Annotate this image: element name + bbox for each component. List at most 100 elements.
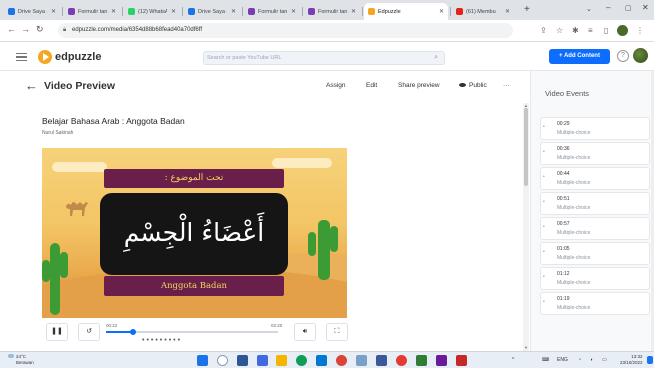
people-icon[interactable] — [356, 355, 367, 366]
main-scrollbar[interactable]: ▲ ▼ — [523, 103, 529, 351]
weather-widget[interactable]: 24°C Berawan — [8, 354, 34, 366]
reload-icon[interactable]: ↻ — [36, 24, 44, 35]
hamburger-menu-icon[interactable] — [16, 53, 27, 61]
volume-button[interactable]: 🔊︎ — [294, 323, 316, 341]
task-view-icon[interactable] — [237, 355, 248, 366]
tab-close-icon[interactable]: ✕ — [111, 8, 116, 15]
browser-tab[interactable]: Edpuzzle ✕ — [364, 3, 448, 20]
back-arrow-icon[interactable]: ← — [25, 78, 38, 93]
video-event-item[interactable]: • 01:05 Multiple-choice — [540, 242, 650, 265]
progress-track[interactable] — [106, 329, 278, 335]
app-icon[interactable] — [456, 355, 467, 366]
event-type: Multiple-choice — [557, 230, 591, 236]
event-time: 00:44 — [557, 171, 570, 177]
side-panel-icon[interactable]: ▯ — [604, 26, 608, 35]
fullscreen-icon: ⛶ — [334, 328, 340, 335]
video-event-item[interactable]: • 00:44 Multiple-choice — [540, 167, 650, 190]
search-input[interactable]: Search or paste YouTube URL ⌕ — [203, 51, 445, 65]
clock[interactable]: 13:32 23/10/2022 — [620, 354, 643, 366]
video-event-item[interactable]: • 00:57 Multiple-choice — [540, 217, 650, 240]
cloud-shape — [272, 158, 332, 168]
widgets-icon[interactable] — [257, 355, 268, 366]
browser-tab[interactable]: Drive Saya - ✕ — [184, 3, 240, 20]
share-icon[interactable]: ⇪ — [540, 26, 547, 35]
app-icon[interactable] — [436, 355, 447, 366]
add-content-button[interactable]: + Add Content — [549, 49, 610, 64]
search-taskbar-icon[interactable] — [217, 355, 228, 366]
scroll-down-icon[interactable]: ▼ — [523, 345, 529, 350]
video-events-sidebar: Video Events • 00:29 Multiple-choice • 00:36… — [530, 71, 654, 351]
notification-icon[interactable] — [647, 356, 653, 364]
tab-label: (12) WhatsAp — [138, 8, 167, 15]
battery-icon[interactable]: ▭ — [602, 357, 607, 363]
tab-close-icon[interactable]: ✕ — [291, 8, 296, 15]
minimize-icon[interactable]: – — [606, 3, 610, 12]
fullscreen-button[interactable]: ⛶ — [326, 323, 348, 341]
file-explorer-icon[interactable] — [276, 355, 287, 366]
language-indicator[interactable]: ENG — [557, 357, 568, 363]
progress-handle[interactable] — [130, 329, 136, 335]
app-header: edpuzzle Search or paste YouTube URL ⌕ +… — [0, 43, 654, 71]
app-icon[interactable] — [396, 355, 407, 366]
start-button[interactable] — [197, 355, 208, 366]
browser-tab[interactable]: (61) Membu ✕ — [452, 3, 514, 20]
search-placeholder: Search or paste YouTube URL — [207, 55, 282, 61]
tab-close-icon[interactable]: ✕ — [439, 8, 444, 15]
tray-chevron-icon[interactable]: ^ — [512, 357, 514, 363]
tab-close-icon[interactable]: ✕ — [351, 8, 356, 15]
new-tab-button[interactable]: + — [524, 4, 530, 15]
edpuzzle-logo-icon[interactable] — [38, 50, 52, 64]
forward-nav-icon[interactable]: → — [21, 24, 30, 34]
assign-button[interactable]: Assign — [326, 82, 346, 89]
url-bar[interactable]: 🔒︎ edpuzzle.com/media/6354d88b68fead40a7… — [58, 23, 513, 38]
store-icon[interactable] — [316, 355, 327, 366]
event-bullet-icon: • — [543, 224, 545, 230]
pause-icon: ❚❚ — [51, 328, 63, 335]
cactus-arm — [60, 252, 68, 278]
video-frame[interactable]: تحت الموضوع : أَعْضَاءُ الْجِسْمِ Anggot… — [42, 148, 347, 318]
tab-close-icon[interactable]: ✕ — [51, 8, 56, 15]
chrome-icon[interactable] — [336, 355, 347, 366]
user-avatar[interactable] — [633, 48, 648, 63]
brand-name[interactable]: edpuzzle — [55, 51, 101, 63]
pause-button[interactable]: ❚❚ — [46, 323, 68, 341]
edge-icon[interactable] — [296, 355, 307, 366]
browser-tab[interactable]: Formulir tan ✕ — [64, 3, 120, 20]
browser-menu-icon[interactable]: ⋮ — [636, 26, 644, 35]
browser-tab[interactable]: Formulir tan ✕ — [304, 3, 360, 20]
wifi-icon[interactable]: ◔ — [578, 357, 581, 363]
browser-tab[interactable]: (12) WhatsAp ✕ — [124, 3, 180, 20]
app-icon[interactable] — [416, 355, 427, 366]
video-event-item[interactable]: • 01:19 Multiple-choice — [540, 292, 650, 315]
reading-list-icon[interactable]: ≡ — [588, 26, 593, 35]
video-event-item[interactable]: • 00:29 Multiple-choice — [540, 117, 650, 140]
maximize-icon[interactable]: ▢ — [625, 4, 632, 12]
search-icon[interactable]: ⌕ — [434, 52, 438, 64]
rewind-button[interactable]: ↺ — [78, 323, 100, 341]
edit-button[interactable]: Edit — [366, 82, 377, 89]
video-event-item[interactable]: • 01:12 Multiple-choice — [540, 267, 650, 290]
tab-close-icon[interactable]: ✕ — [171, 8, 176, 15]
profile-avatar[interactable] — [617, 25, 628, 36]
app-icon[interactable] — [376, 355, 387, 366]
tab-close-icon[interactable]: ✕ — [231, 8, 236, 15]
tab-favicon-icon — [68, 8, 75, 15]
keyboard-icon[interactable]: ⌨ — [542, 357, 549, 363]
extension-icon[interactable]: ✱ — [572, 26, 579, 35]
event-type: Multiple-choice — [557, 180, 591, 186]
help-icon[interactable]: ? — [617, 50, 629, 62]
tab-close-icon[interactable]: ✕ — [505, 8, 510, 15]
more-options-button[interactable]: ··· — [503, 82, 510, 89]
volume-tray-icon[interactable]: ◖ — [590, 357, 593, 363]
video-event-item[interactable]: • 00:36 Multiple-choice — [540, 142, 650, 165]
back-nav-icon[interactable]: ← — [7, 24, 16, 34]
tab-search-icon[interactable]: ⌄ — [586, 5, 592, 13]
bookmark-star-icon[interactable]: ☆ — [556, 26, 563, 35]
close-window-icon[interactable]: ✕ — [642, 3, 649, 12]
public-toggle[interactable]: Public — [459, 82, 487, 89]
browser-tab[interactable]: Formulir tan ✕ — [244, 3, 300, 20]
scrollbar-thumb[interactable] — [524, 108, 528, 186]
video-event-item[interactable]: • 00:51 Multiple-choice — [540, 192, 650, 215]
browser-tab[interactable]: Drive Saya - ✕ — [4, 3, 60, 20]
share-preview-button[interactable]: Share preview — [398, 82, 440, 89]
